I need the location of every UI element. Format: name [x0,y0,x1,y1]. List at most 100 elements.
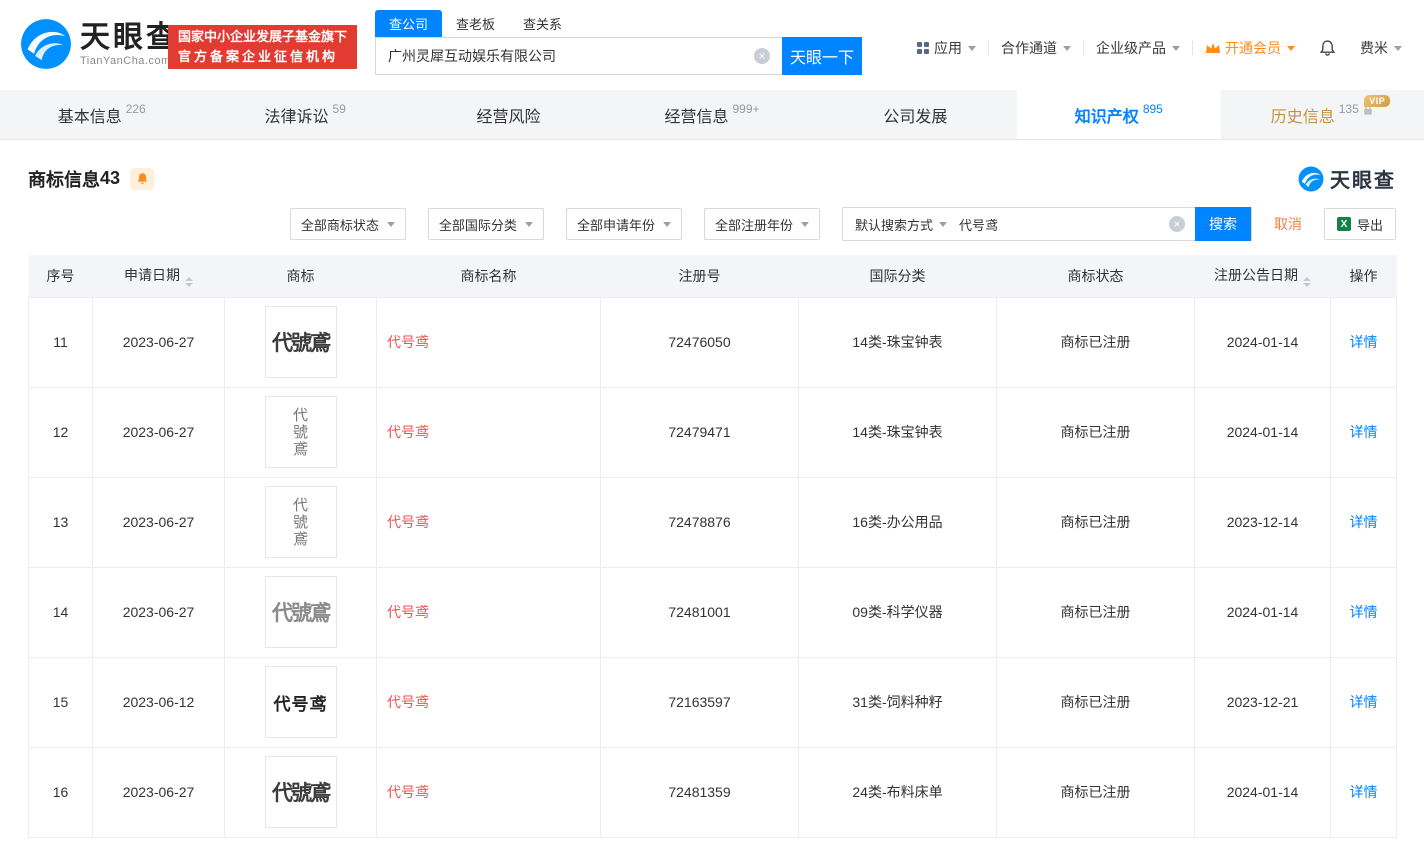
cell-apply-date: 2023-06-27 [93,567,225,657]
cell-no: 13 [29,477,93,567]
notification-bell-button[interactable] [1307,40,1348,56]
detail-link[interactable]: 详情 [1350,604,1378,620]
detail-link[interactable]: 详情 [1350,694,1378,710]
trademark-row: 11 2023-06-27 代號鳶 代号鸢 72476050 14类-珠宝钟表 … [29,297,1397,387]
logo-text-block: 天眼查 TianYanCha.com [80,21,179,67]
menu-enterprise-products[interactable]: 企业级产品 [1084,38,1192,58]
section-title: 商标信息 [28,166,100,192]
cell-apply-date: 2023-06-12 [93,657,225,747]
cell-announce-date: 2023-12-14 [1195,477,1331,567]
trademark-image[interactable]: 代號鳶 [265,486,337,558]
cell-action: 详情 [1331,477,1397,567]
cancel-search-link[interactable]: 取消 [1274,214,1302,234]
cell-apply-date: 2023-06-27 [93,387,225,477]
company-detail-tab[interactable]: 知识产权 895 [1017,90,1220,139]
trademark-glyph: 代號鳶 [272,327,329,357]
menu-user-account[interactable]: 费米 [1348,38,1414,58]
company-detail-tab[interactable]: 基本信息 226 [0,90,203,139]
trademark-search-button[interactable]: 搜索 [1195,207,1251,241]
chevron-down-icon [525,222,533,227]
company-detail-tab[interactable]: 历史信息 135 VIP [1221,90,1424,139]
cell-no: 12 [29,387,93,477]
cell-apply-date: 2023-06-27 [93,477,225,567]
search-type-tab[interactable]: 查关系 [509,10,576,37]
company-detail-tab[interactable]: 公司发展 [814,90,1017,139]
search-row: 广州灵犀互动娱乐有限公司 天眼一下 [375,37,862,75]
cell-intl-class: 31类-饲料种籽 [799,657,997,747]
col-apply-date: 申请日期 [93,255,225,297]
export-button[interactable]: X 导出 [1324,208,1396,240]
tianyancha-logo-icon [20,18,72,70]
col-apply-date-label: 申请日期 [124,267,180,283]
cell-action: 详情 [1331,567,1397,657]
clear-keyword-icon[interactable] [1169,216,1185,232]
cell-intl-class: 16类-办公用品 [799,477,997,567]
menu-open-vip[interactable]: 开通会员 [1193,38,1307,58]
search-input-value: 广州灵犀互动娱乐有限公司 [388,46,556,66]
filter-dropdown[interactable]: 全部注册年份 [704,208,820,240]
clear-search-icon[interactable] [754,48,770,64]
col-no: 序号 [29,255,93,297]
cell-action: 详情 [1331,747,1397,837]
trademark-image[interactable]: 代號鳶 [265,756,337,828]
cell-trademark-name: 代号鸢 [377,387,601,477]
filter-dropdown-label: 全部注册年份 [715,215,793,234]
sort-icon[interactable] [1303,277,1311,287]
filter-dropdown[interactable]: 全部申请年份 [566,208,682,240]
trademark-row: 15 2023-06-12 代号鸢 代号鸢 72163597 31类-饲料种籽 … [29,657,1397,747]
menu-enterprise-label: 企业级产品 [1096,38,1166,58]
tianyancha-logo[interactable]: 天眼查 TianYanCha.com [20,18,179,70]
cell-intl-class: 09类-科学仪器 [799,567,997,657]
subscribe-bell-button[interactable] [130,168,154,190]
detail-link[interactable]: 详情 [1350,514,1378,530]
trademark-keyword-input[interactable]: 代号鸢 [959,215,1169,234]
tianyan-search-button[interactable]: 天眼一下 [782,37,862,75]
tab-label: 历史信息 [1271,103,1335,127]
detail-link[interactable]: 详情 [1350,784,1378,800]
trademark-row: 13 2023-06-27 代號鳶 代号鸢 72478876 16类-办公用品 … [29,477,1397,567]
company-detail-tab[interactable]: 经营风险 [407,90,610,139]
col-announce-date: 注册公告日期 [1195,255,1331,297]
sort-icon[interactable] [185,277,193,287]
cell-intl-class: 24类-布料床单 [799,747,997,837]
tianyancha-watermark: 天眼查 [1298,164,1396,193]
watermark-text: 天眼查 [1330,164,1396,193]
chevron-down-icon [663,222,671,227]
menu-vip-label: 开通会员 [1225,38,1281,58]
cell-status: 商标已注册 [997,747,1195,837]
search-mode-dropdown[interactable]: 默认搜索方式 [843,215,959,234]
export-button-label: 导出 [1357,215,1383,234]
company-detail-tab[interactable]: 法律诉讼 59 [203,90,406,139]
filter-dropdown[interactable]: 全部商标状态 [290,208,406,240]
chevron-down-icon [1172,46,1180,51]
company-detail-tabs: 基本信息 226 法律诉讼 59 经营风险 [0,90,1424,140]
chevron-down-icon [1394,46,1402,51]
cell-trademark-name: 代号鸢 [377,567,601,657]
cell-reg-no: 72476050 [601,297,799,387]
detail-link[interactable]: 详情 [1350,424,1378,440]
cell-trademark-name: 代号鸢 [377,657,601,747]
chevron-down-icon [1063,46,1071,51]
menu-apps[interactable]: 应用 [905,38,988,58]
company-search-input[interactable]: 广州灵犀互动娱乐有限公司 [375,37,782,75]
tab-count: 999+ [732,102,759,116]
cell-action: 详情 [1331,297,1397,387]
detail-link[interactable]: 详情 [1350,334,1378,350]
trademark-image[interactable]: 代號鳶 [265,396,337,468]
cell-reg-no: 72479471 [601,387,799,477]
chevron-down-icon [801,222,809,227]
vip-badge: VIP [1364,95,1390,107]
search-type-tab[interactable]: 查老板 [442,10,509,37]
trademark-image[interactable]: 代號鳶 [265,576,337,648]
tab-label: 公司发展 [883,103,947,127]
cell-trademark-name: 代号鸢 [377,297,601,387]
logo-title: 天眼查 [80,21,179,55]
menu-cooperation[interactable]: 合作通道 [989,38,1083,58]
search-type-tab[interactable]: 查公司 [375,10,442,37]
apps-grid-icon [917,42,929,54]
filter-dropdown[interactable]: 全部国际分类 [428,208,544,240]
trademark-image[interactable]: 代號鳶 [265,306,337,378]
search-mode-label: 默认搜索方式 [855,215,933,234]
trademark-image[interactable]: 代号鸢 [265,666,337,738]
company-detail-tab[interactable]: 经营信息 999+ [610,90,813,139]
